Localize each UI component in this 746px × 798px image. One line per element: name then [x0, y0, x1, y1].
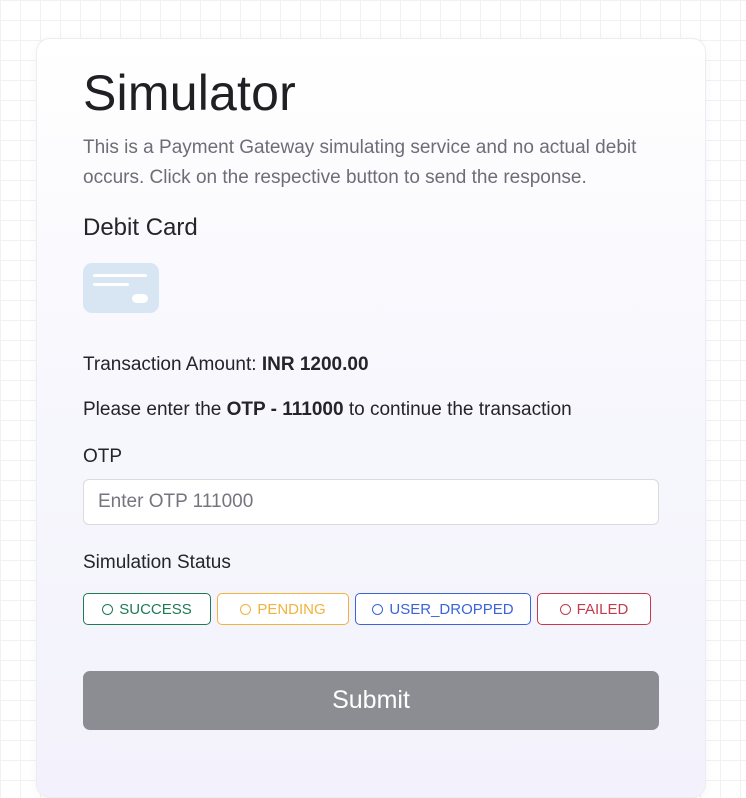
otp-field-label: OTP [83, 446, 123, 467]
page-title: Simulator [83, 65, 296, 121]
page-description: This is a Payment Gateway simulating ser… [83, 137, 637, 188]
radio-circle-icon [102, 603, 114, 615]
status-success-button[interactable]: SUCCESS [83, 593, 211, 625]
radio-circle-icon [240, 603, 252, 615]
otp-instruction-prefix: Please enter the [83, 399, 227, 420]
simulation-status-options: SUCCESS PENDING USER_DROPPED FAILED [83, 593, 659, 625]
transaction-amount-value: INR 1200.00 [261, 354, 369, 375]
payment-method-heading: Debit Card [83, 214, 198, 241]
status-success-label: SUCCESS [119, 600, 192, 618]
submit-button[interactable]: Submit [83, 671, 659, 730]
status-pending-label: PENDING [257, 600, 326, 618]
status-failed-button[interactable]: FAILED [537, 593, 651, 625]
status-pending-button[interactable]: PENDING [217, 593, 349, 625]
transaction-amount: Transaction Amount: INR 1200.00 [83, 353, 659, 377]
otp-instruction-value: OTP - 111000 [226, 399, 344, 420]
simulation-status-label: Simulation Status [83, 552, 231, 573]
status-user-dropped-label: USER_DROPPED [389, 600, 514, 618]
otp-input[interactable] [83, 479, 659, 525]
transaction-amount-label: Transaction Amount: [83, 354, 262, 375]
otp-instruction: Please enter the OTP - 111000 to continu… [83, 397, 659, 423]
radio-circle-icon [372, 603, 384, 615]
credit-card-icon [83, 263, 159, 313]
simulator-card: Simulator This is a Payment Gateway simu… [36, 38, 706, 798]
status-failed-label: FAILED [576, 600, 629, 618]
status-user-dropped-button[interactable]: USER_DROPPED [355, 593, 531, 625]
radio-circle-icon [559, 603, 571, 615]
otp-instruction-suffix: to continue the transaction [343, 399, 572, 420]
